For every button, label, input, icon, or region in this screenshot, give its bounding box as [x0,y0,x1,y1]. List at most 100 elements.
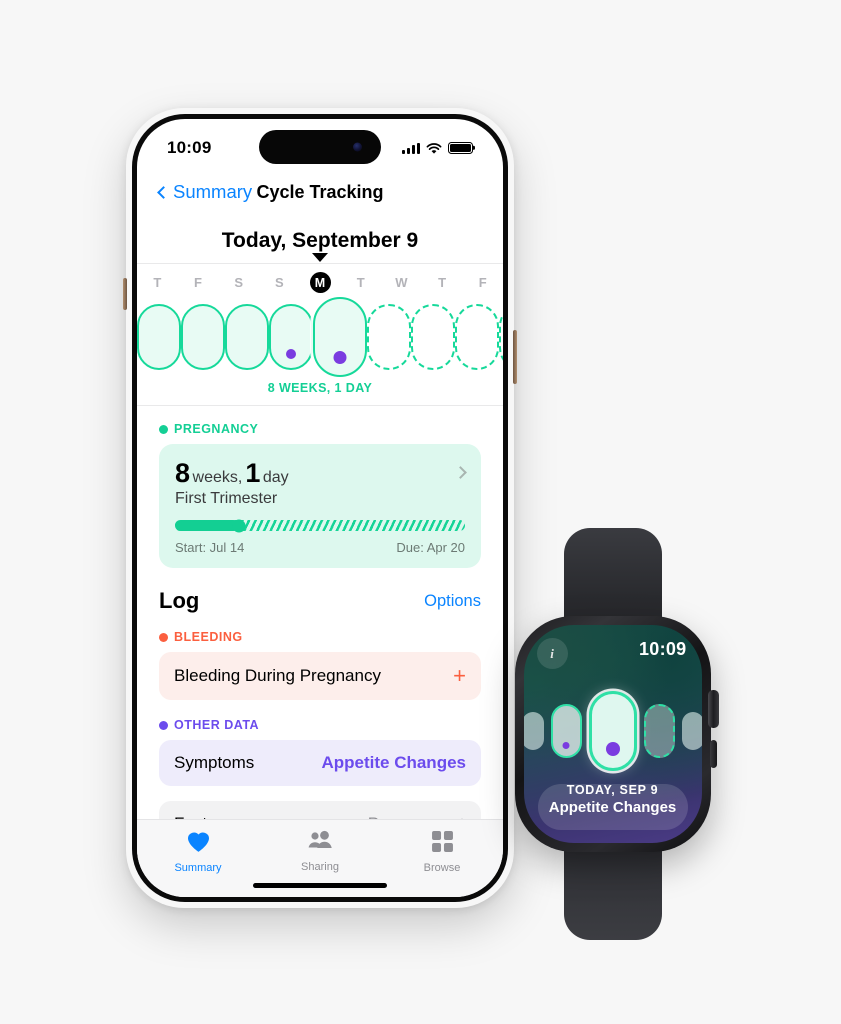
calendar-capsule-cell[interactable] [455,304,499,370]
phone-volume-button[interactable] [123,278,127,310]
calendar-day-letter[interactable]: T [137,272,178,293]
pregnancy-dot-icon [159,424,168,434]
watch-capsule-today[interactable] [588,691,637,771]
row-spacer [159,788,481,801]
day-letter-text: M [309,272,331,293]
tab-sharing[interactable]: Sharing [259,830,381,873]
back-button[interactable]: Summary [157,181,252,203]
navigation-bar: Summary Cycle Tracking [137,169,503,215]
watch-cycle-capsules [523,683,702,779]
pregnancy-section-header: PREGNANCY [159,406,481,444]
tab-browse-label: Browse [423,862,461,874]
home-indicator[interactable] [253,883,387,888]
row-value-group: Appetite Changes [321,753,466,773]
tab-summary-label: Summary [174,862,222,874]
chevron-left-icon [157,185,170,199]
cycle-capsule [181,304,225,370]
calendar-capsule-cell-today[interactable] [313,297,367,377]
row-factors[interactable]: Factors Pregnancy [159,801,481,819]
pregnancy-card-top: 8 weeks, 1 day First Trimester [175,458,467,508]
calendar-capsule-cell[interactable] [269,304,313,370]
dynamic-island [259,130,381,164]
symptoms-value: Appetite Changes [321,753,466,772]
digital-crown[interactable] [707,690,719,728]
chevron-right-icon[interactable] [454,466,467,479]
phone-side-button[interactable] [513,330,517,384]
plus-icon[interactable]: + [453,665,466,687]
calendar-day-letter[interactable]: T [340,272,381,293]
row-label: Symptoms [174,753,255,772]
calendar-capsule-cell[interactable] [181,304,225,370]
status-bar-time: 10:09 [167,138,212,157]
cycle-capsule [137,304,181,370]
apple-watch-device: i 10:09 TODAY, SEP 9 Appetite Changes [505,520,720,950]
pregnancy-card[interactable]: 8 weeks, 1 day First Trimester Start: Jul 1… [159,444,481,568]
calendar-capsule-cell[interactable] [499,304,503,370]
front-camera-icon [353,142,362,152]
watch-capsule [523,712,544,750]
calendar-day-letter-today[interactable]: M [300,272,341,293]
pregnancy-days-word: day [262,469,289,486]
day-letter-text: T [356,275,365,290]
row-symptoms[interactable]: Symptoms Appetite Changes [159,740,481,786]
watch-capsule-predicted [643,704,675,758]
calendar-day-letter[interactable]: F [178,272,219,293]
log-options-button[interactable]: Options [424,592,481,611]
phone-screen: 10:09 Summary Cycle Tracking Today, Sept… [137,119,503,897]
row-label: Bleeding During Pregnancy [174,666,381,685]
cycle-capsule-predicted [499,304,503,370]
info-icon[interactable]: i [536,638,568,669]
cycle-capsule-predicted [411,304,455,370]
watch-symptom-pill[interactable]: Appetite Changes [537,784,688,830]
cycle-capsule [225,304,269,370]
day-letter-text: T [438,275,447,290]
watch-screen: i 10:09 TODAY, SEP 9 Appetite Changes [523,625,702,843]
pregnancy-trimester: First Trimester [175,490,278,507]
calendar-day-letter[interactable]: T [422,272,463,293]
row-bleeding-during-pregnancy[interactable]: Bleeding During Pregnancy + [159,652,481,700]
pregnancy-date-range: Start: Jul 14 Due: Apr 20 [175,540,465,555]
cellular-bars-icon [401,142,420,154]
today-caret-icon [312,253,328,262]
symptom-dot [286,349,296,359]
calendar-capsule-cell[interactable] [137,304,181,370]
tab-sharing-label: Sharing [301,861,339,873]
calendar-day-letter[interactable]: W [381,272,422,293]
symptom-dot [562,742,570,749]
day-letter-text: T [153,275,162,290]
symptom-dot [605,742,620,756]
calendar-day-letters: T F S S M T W T F [137,264,503,295]
calendar-day-letter[interactable]: S [218,272,259,293]
iphone-device: 10:09 Summary Cycle Tracking Today, Sept… [123,108,517,908]
watch-time: 10:09 [638,639,687,659]
wifi-icon [426,142,442,154]
day-letter-text: W [395,275,408,290]
watch-side-button[interactable] [709,740,717,768]
day-letter-text: F [478,275,487,290]
cycle-capsule-predicted [455,304,499,370]
calendar-capsule-cell[interactable] [367,304,411,370]
pregnancy-header-text: PREGNANCY [174,422,259,436]
calendar-day-letter[interactable]: F [462,272,503,293]
pregnancy-progress-bar [175,519,465,532]
pregnancy-days-number: 1 [245,458,260,488]
other-data-dot-icon [159,720,168,730]
calendar-capsule-cell[interactable] [225,304,269,370]
day-letter-text: S [234,275,244,290]
calendar-capsules [137,295,503,379]
content-scroll-area[interactable]: PREGNANCY 8weeks,1day First Trimester [137,406,503,819]
tab-browse[interactable]: Browse [381,830,503,874]
cycle-capsule-today [313,297,367,377]
tab-summary[interactable]: Summary [137,830,259,874]
cycle-calendar-strip: T F S S M T W T F 8 WEEKS, 1 DAY [137,253,503,406]
bleeding-section-header: BLEEDING [159,614,481,652]
cycle-capsule [269,304,313,370]
calendar-day-letter[interactable]: S [259,272,300,293]
grid-icon [431,830,454,858]
calendar-capsule-cell[interactable] [411,304,455,370]
cycle-capsule-predicted [367,304,411,370]
day-letter-text: S [275,275,284,290]
pregnancy-start-date: Start: Jul 14 [175,540,245,555]
heart-icon [186,830,211,858]
pregnancy-card-text: 8 weeks, 1 day First Trimester [175,458,289,508]
